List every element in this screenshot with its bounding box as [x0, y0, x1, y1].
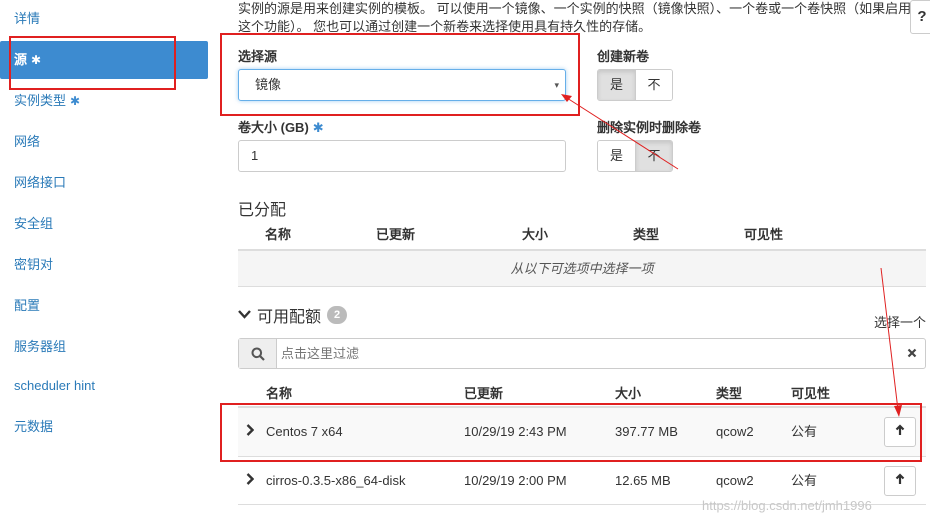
available-col-type: 类型	[716, 386, 743, 401]
allocated-col-size: 大小	[522, 227, 549, 242]
sidebar-item-security-groups[interactable]: 安全组	[0, 205, 208, 243]
volume-size-input[interactable]: 1	[238, 140, 566, 172]
volume-size-label: 卷大小 (GB) ✱	[238, 120, 324, 135]
sidebar-item-label: 详情	[14, 11, 41, 26]
create-volume-no-button[interactable]: 不	[635, 70, 672, 100]
sidebar-item-label: 安全组	[14, 216, 54, 231]
available-col-name: 名称	[266, 386, 293, 401]
sidebar-item-configuration[interactable]: 配置	[0, 287, 208, 325]
available-col-size: 大小	[615, 386, 642, 401]
source-description: 实例的源是用来创建实例的模板。 可以使用一个镜像、一个实例的快照（镜像快照）、一…	[238, 1, 912, 34]
sidebar-item-scheduler-hint[interactable]: scheduler hint	[0, 367, 208, 405]
create-volume-toggle: 是 不	[597, 69, 673, 101]
help-button[interactable]: ?	[910, 0, 930, 34]
row-name: cirros-0.3.5-x86_64-disk	[266, 473, 406, 488]
annotation-box-centos-row	[220, 403, 922, 462]
sidebar-item-label: 网络接口	[14, 175, 67, 190]
filter-input[interactable]	[277, 339, 899, 368]
sidebar-item-network-ports[interactable]: 网络接口	[0, 164, 208, 202]
available-header[interactable]: 可用配额 2	[238, 303, 348, 327]
available-title: 可用配额	[257, 309, 322, 326]
row-updated: 10/29/19 2:00 PM	[464, 473, 567, 488]
sidebar-item-label: 密钥对	[14, 257, 54, 272]
sidebar-item-metadata[interactable]: 元数据	[0, 408, 208, 446]
delete-volume-label: 删除实例时删除卷	[597, 120, 702, 135]
select-one-hint: 选择一个	[874, 315, 927, 330]
available-col-visibility: 可见性	[791, 386, 831, 401]
search-icon	[239, 339, 277, 368]
annotation-box-source	[9, 36, 176, 90]
sidebar-item-label: 实例类型	[14, 93, 67, 108]
delete-volume-yes-button[interactable]: 是	[598, 141, 635, 171]
help-icon: ?	[917, 8, 927, 25]
chevron-right-icon[interactable]	[246, 457, 255, 505]
allocated-col-visibility: 可见性	[744, 227, 784, 242]
available-count-badge: 2	[327, 306, 348, 324]
create-volume-yes-button[interactable]: 是	[598, 70, 635, 100]
allocated-col-type: 类型	[633, 227, 660, 242]
filter-bar	[238, 338, 926, 369]
required-icon: ✱	[312, 120, 324, 135]
allocated-col-updated: 已更新	[376, 227, 416, 242]
allocated-col-name: 名称	[265, 227, 292, 242]
divider	[238, 286, 926, 287]
close-icon[interactable]	[899, 339, 925, 368]
required-icon: ✱	[70, 94, 81, 108]
sidebar-item-label: scheduler hint	[14, 378, 95, 393]
arrow-up-icon	[895, 473, 905, 484]
sidebar-item-label: 服务器组	[14, 339, 67, 354]
sidebar-item-label: 配置	[14, 298, 41, 313]
row-size: 12.65 MB	[615, 473, 671, 488]
watermark: https://blog.csdn.net/jmh1996	[702, 498, 872, 513]
annotation-box-select-source	[220, 33, 580, 116]
sidebar-item-networks[interactable]: 网络	[0, 123, 208, 161]
sidebar-item-details[interactable]: 详情	[0, 0, 208, 38]
available-col-updated: 已更新	[464, 386, 504, 401]
delete-volume-toggle: 是 不	[597, 140, 673, 172]
sidebar-item-key-pair[interactable]: 密钥对	[0, 246, 208, 284]
allocate-button[interactable]	[884, 466, 916, 496]
sidebar-item-label: 元数据	[14, 419, 54, 434]
sidebar-item-label: 网络	[14, 134, 41, 149]
chevron-down-icon	[238, 308, 251, 322]
sidebar-item-server-groups[interactable]: 服务器组	[0, 328, 208, 366]
allocated-title: 已分配	[238, 202, 287, 219]
allocated-empty-row: 从以下可选项中选择一项	[238, 251, 926, 286]
create-volume-label: 创建新卷	[597, 49, 650, 64]
delete-volume-no-button[interactable]: 不	[635, 141, 672, 171]
